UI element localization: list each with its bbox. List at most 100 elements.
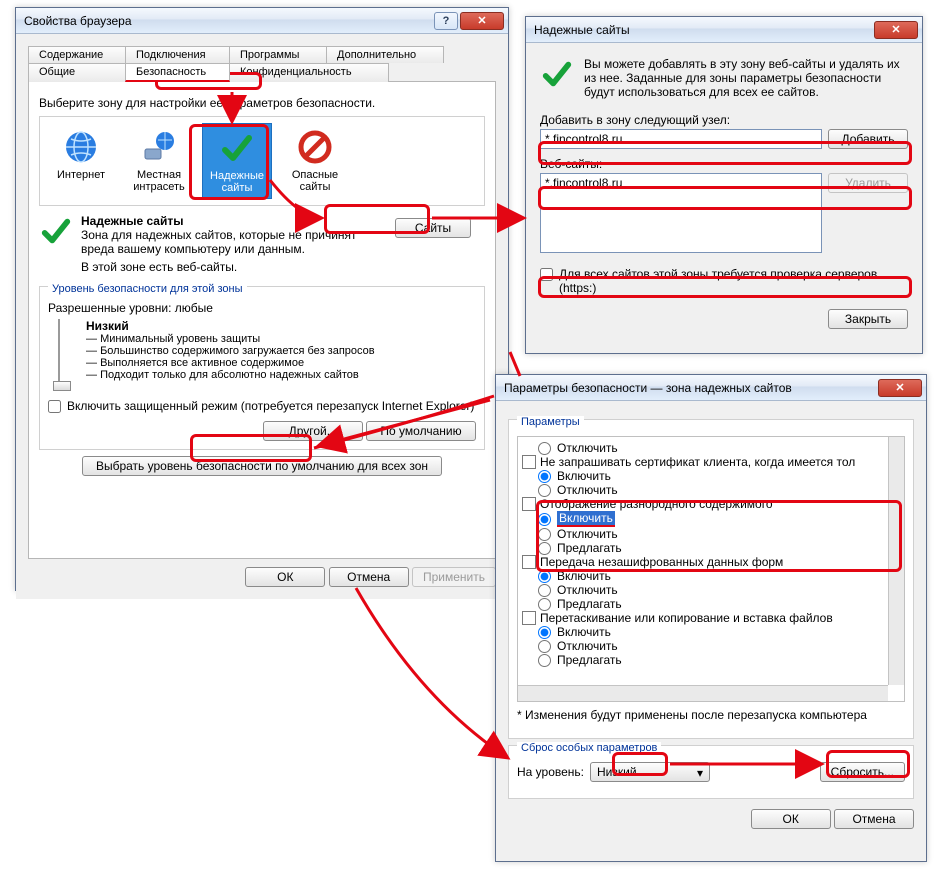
radio-option[interactable] xyxy=(538,513,551,526)
option-label: Отключить xyxy=(557,639,618,653)
radio-option[interactable] xyxy=(538,570,551,583)
option-label: Отключить xyxy=(557,483,618,497)
browser-properties-dialog: Свойства браузера ? ✕ Содержание Подключ… xyxy=(15,7,509,591)
protected-mode-checkbox[interactable]: Включить защищенный режим (потребуется п… xyxy=(48,399,476,413)
radio-option[interactable] xyxy=(538,542,551,555)
remove-site-button[interactable]: Удалить xyxy=(828,173,908,193)
level-dropdown[interactable]: Низкий ▾ xyxy=(590,762,710,782)
category-icon xyxy=(522,611,536,625)
zone-internet[interactable]: Интернет xyxy=(46,123,116,199)
close-button[interactable]: ✕ xyxy=(874,21,918,39)
sites-button[interactable]: Сайты xyxy=(395,218,471,238)
window-title: Параметры безопасности — зона надежных с… xyxy=(500,381,876,395)
category-label: Отображение разнородного содержимого xyxy=(540,497,773,511)
cancel-button[interactable]: Отмена xyxy=(329,567,409,587)
radio-option[interactable] xyxy=(538,654,551,667)
custom-level-button[interactable]: Другой... xyxy=(263,421,363,441)
tab-advanced[interactable]: Дополнительно xyxy=(326,46,444,63)
protected-mode-checkbox-input[interactable] xyxy=(48,400,61,413)
require-https-checkbox[interactable]: Для всех сайтов этой зоны требуется пров… xyxy=(540,267,908,295)
radio-option[interactable] xyxy=(538,470,551,483)
tab-page-security: Выберите зону для настройки ее параметро… xyxy=(28,81,496,559)
option-label: Предлагать xyxy=(557,597,622,611)
level-bullet: Выполняется все активное содержимое xyxy=(100,357,304,369)
category-label: Перетаскивание или копирование и вставка… xyxy=(540,611,833,625)
trusted-sites-dialog: Надежные сайты ✕ Вы можете добавлять в э… xyxy=(525,16,923,354)
zone-trusted-label: Надежные сайты xyxy=(205,170,269,194)
reset-all-zones-button[interactable]: Выбрать уровень безопасности по умолчани… xyxy=(82,456,442,476)
tab-security[interactable]: Безопасность xyxy=(125,63,230,82)
scrollbar-horizontal[interactable] xyxy=(518,685,888,701)
category-icon xyxy=(522,555,536,569)
window-title: Свойства браузера xyxy=(20,14,434,28)
option-label: Предлагать xyxy=(557,653,622,667)
category-icon xyxy=(522,455,536,469)
option-label: Включить xyxy=(557,511,615,527)
radio-option[interactable] xyxy=(538,442,551,455)
zone-trusted-desc1: Зона для надежных сайтов, которые не при… xyxy=(81,228,387,256)
close-trusted-button[interactable]: Закрыть xyxy=(828,309,908,329)
to-level-label: На уровень: xyxy=(517,765,584,779)
globe-icon xyxy=(61,127,101,167)
titlebar: Свойства браузера ? ✕ xyxy=(16,8,508,34)
zone-trusted-header: Надежные сайты xyxy=(81,214,387,228)
cancel-button[interactable]: Отмена xyxy=(834,809,914,829)
select-zone-label: Выберите зону для настройки ее параметро… xyxy=(39,96,485,110)
titlebar: Надежные сайты ✕ xyxy=(526,17,922,43)
websites-listbox[interactable]: *.fincontrol8.ru xyxy=(540,173,822,253)
allowed-levels: Разрешенные уровни: любые xyxy=(48,301,476,315)
reset-group: Сброс особых параметров xyxy=(517,742,661,754)
zone-restricted-label: Опасные сайты xyxy=(282,169,348,193)
help-button[interactable]: ? xyxy=(434,12,458,30)
option-label: Включить xyxy=(557,569,611,583)
tabs-row-upper: Содержание Подключения Программы Дополни… xyxy=(28,46,496,63)
level-bullet: Минимальный уровень защиты xyxy=(100,333,260,345)
add-site-input[interactable] xyxy=(540,129,822,149)
category-icon xyxy=(522,497,536,511)
level-slider[interactable] xyxy=(58,319,76,389)
tab-privacy[interactable]: Конфиденциальность xyxy=(229,63,389,82)
window-title: Надежные сайты xyxy=(530,23,872,37)
apply-button[interactable]: Применить xyxy=(412,567,496,587)
checkmark-icon xyxy=(540,57,574,99)
tab-general[interactable]: Общие xyxy=(28,63,126,82)
protected-mode-label: Включить защищенный режим (потребуется п… xyxy=(67,399,474,413)
zone-restricted[interactable]: Опасные сайты xyxy=(280,123,350,199)
option-label: Предлагать xyxy=(557,541,622,555)
trusted-sites-info: Вы можете добавлять в эту зону веб-сайты… xyxy=(584,57,908,99)
default-level-button[interactable]: По умолчанию xyxy=(366,421,476,441)
params-scroll[interactable]: Отключить Не запрашивать сертификат клие… xyxy=(517,436,905,702)
intranet-icon xyxy=(139,127,179,167)
security-params-dialog: Параметры безопасности — зона надежных с… xyxy=(495,374,927,862)
add-site-button[interactable]: Добавить xyxy=(828,129,908,149)
checkmark-icon xyxy=(217,128,257,168)
zone-intranet[interactable]: Местная интрасеть xyxy=(124,123,194,199)
radio-option[interactable] xyxy=(538,528,551,541)
security-level-group: Уровень безопасности для этой зоны xyxy=(48,283,247,295)
list-item[interactable]: *.fincontrol8.ru xyxy=(545,176,817,190)
level-bullet: Большинство содержимого загружается без … xyxy=(100,345,375,357)
radio-option[interactable] xyxy=(538,484,551,497)
zone-trusted[interactable]: Надежные сайты xyxy=(202,123,272,199)
scrollbar-vertical[interactable] xyxy=(888,437,904,685)
tabs-row-lower: Общие Безопасность Конфиденциальность xyxy=(28,63,496,82)
radio-option[interactable] xyxy=(538,640,551,653)
params-group: Параметры xyxy=(517,416,584,428)
radio-option[interactable] xyxy=(538,584,551,597)
ok-button[interactable]: ОК xyxy=(245,567,325,587)
close-button[interactable]: ✕ xyxy=(460,12,504,30)
close-button[interactable]: ✕ xyxy=(878,379,922,397)
restricted-icon xyxy=(295,127,335,167)
tab-programs[interactable]: Программы xyxy=(229,46,327,63)
require-https-checkbox-input[interactable] xyxy=(540,268,553,281)
radio-option[interactable] xyxy=(538,626,551,639)
chevron-down-icon: ▾ xyxy=(697,766,703,780)
ok-button[interactable]: ОК xyxy=(751,809,831,829)
require-https-label: Для всех сайтов этой зоны требуется пров… xyxy=(559,267,908,295)
radio-option[interactable] xyxy=(538,598,551,611)
reset-button[interactable]: Сбросить... xyxy=(820,762,905,782)
tab-content[interactable]: Содержание xyxy=(28,46,126,63)
checkmark-icon xyxy=(39,214,73,274)
tab-connections[interactable]: Подключения xyxy=(125,46,230,63)
titlebar: Параметры безопасности — зона надежных с… xyxy=(496,375,926,401)
